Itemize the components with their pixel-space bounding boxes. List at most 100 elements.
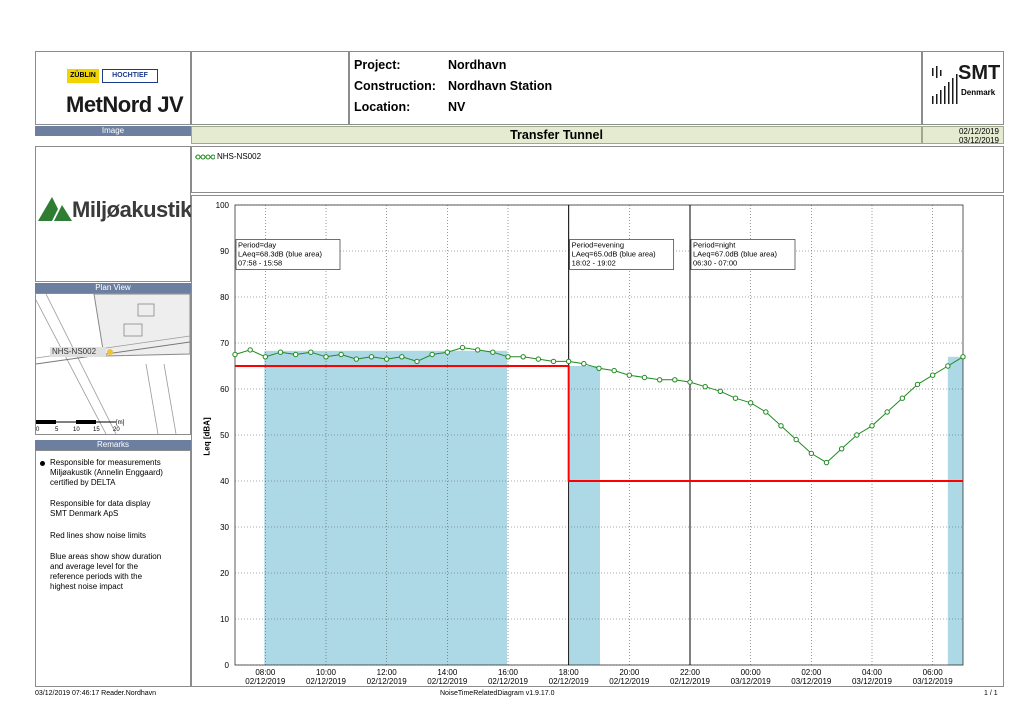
footer-right: 1 / 1 — [984, 690, 998, 697]
project-label: Project: — [354, 58, 401, 72]
plan-view-drawing — [36, 294, 190, 434]
data-point — [611, 367, 617, 374]
x-tick-date-8: 03/12/2019 — [731, 677, 772, 686]
period-box-0-line-2: 07:58 - 15:58 — [238, 259, 282, 268]
data-point — [854, 432, 860, 438]
data-point — [717, 388, 724, 395]
x-tick-time-1: 10:00 — [316, 668, 337, 677]
x-tick-time-11: 06:00 — [923, 668, 944, 677]
y-tick-70: 70 — [220, 339, 229, 348]
period-box-1-line-0: Period=evening — [572, 241, 624, 250]
date-to: 03/12/2019 — [958, 136, 999, 145]
image-band: Image — [35, 126, 191, 136]
data-point — [308, 349, 314, 355]
chart-svg: 010203040506070809010008:0002/12/201910:… — [216, 201, 966, 686]
x-tick-time-6: 20:00 — [619, 668, 640, 677]
legend-series-icon — [195, 154, 215, 160]
period-box-2-line-0: Period=night — [693, 241, 736, 250]
data-point — [884, 409, 890, 415]
x-tick-time-0: 08:00 — [255, 668, 276, 677]
data-point — [474, 347, 481, 353]
data-point — [520, 354, 526, 360]
y-tick-90: 90 — [220, 247, 229, 256]
location-label: Location: — [354, 100, 411, 114]
x-tick-time-2: 12:00 — [377, 668, 398, 677]
x-tick-date-1: 02/12/2019 — [306, 677, 347, 686]
x-tick-time-7: 22:00 — [680, 668, 701, 677]
data-point — [368, 354, 375, 360]
data-point — [323, 354, 329, 360]
footer-center: NoiseTimeRelatedDiagram v1.9.17.0 — [440, 690, 555, 697]
y-tick-20: 20 — [220, 569, 229, 578]
remark-line-7: Blue areas show show duration — [50, 552, 162, 561]
data-point — [292, 351, 299, 358]
legend-series-label: NHS-NS002 — [217, 152, 262, 161]
miljo-logo-text: Miljøakustik — [72, 197, 192, 222]
x-tick-time-9: 02:00 — [801, 668, 822, 677]
data-point — [444, 349, 451, 355]
smt-logo-sub: Denmark — [961, 88, 996, 97]
footer-left: 03/12/2019 07:46:17 Reader.Nordhavn — [35, 690, 157, 697]
x-tick-date-10: 03/12/2019 — [852, 677, 893, 686]
period-box-2-line-1: LAeq=67.0dB (blue area) — [693, 250, 778, 259]
chart-box: 0 10 20 30 40 50 60 70 80 90 100 08:00 02/12/2019 10:… — [191, 195, 1004, 687]
data-point — [838, 446, 845, 452]
data-point — [672, 377, 678, 383]
remarks-band: Remarks — [35, 440, 191, 450]
x-tick-date-2: 02/12/2019 — [367, 677, 408, 686]
data-point — [945, 363, 951, 369]
period-box-0-line-0: Period=day — [238, 241, 276, 250]
data-point — [338, 351, 344, 358]
plan-view-map: NHS-NS002 [m] 0 5 10 15 20 — [35, 293, 191, 435]
data-point — [626, 372, 633, 378]
y-axis-label: Leq [dBA] — [202, 417, 212, 456]
data-point — [808, 450, 815, 457]
y-tick-10: 10 — [220, 615, 229, 624]
data-point — [899, 395, 906, 401]
scale-unit: [m] — [116, 420, 125, 426]
period-box-0-line-1: LAeq=68.3dB (blue area) — [238, 250, 323, 259]
data-point — [778, 423, 784, 429]
remark-line-9: reference periods with the — [50, 572, 143, 581]
remark-line-1: Responsible for measurements — [50, 458, 161, 467]
scale-tick-0: 0 — [36, 427, 40, 433]
smt-logo-box: SMT Denmark — [922, 51, 1004, 125]
data-point — [747, 400, 754, 406]
data-point — [687, 379, 693, 385]
remark-line-10: highest noise impact — [50, 582, 123, 591]
x-tick-time-5: 18:00 — [559, 668, 580, 677]
period-box-1-line-2: 18:02 - 19:02 — [572, 259, 616, 268]
x-tick-date-4: 02/12/2019 — [488, 677, 529, 686]
data-point — [535, 356, 542, 362]
data-point — [399, 354, 405, 360]
data-point — [763, 409, 769, 415]
x-tick-time-4: 16:00 — [498, 668, 519, 677]
plan-view-band: Plan View — [35, 283, 191, 293]
miljo-logo-icon — [38, 197, 72, 221]
data-point — [505, 354, 511, 360]
project-value: Nordhavn — [448, 58, 507, 72]
header-spacer-box — [191, 51, 349, 125]
hochtief-logo: HOCHTIEF — [102, 69, 158, 83]
remark-line-6: Red lines show noise limits — [50, 531, 147, 540]
x-tick-date-6: 02/12/2019 — [609, 677, 650, 686]
data-point — [550, 358, 557, 365]
data-point — [414, 358, 420, 365]
y-tick-60: 60 — [220, 385, 229, 394]
construction-value: Nordhavn Station — [448, 79, 553, 93]
plan-marker-label: NHS-NS002 — [52, 347, 97, 356]
x-tick-time-10: 04:00 — [862, 668, 883, 677]
remark-line-4: Responsible for data display — [50, 499, 151, 508]
data-point — [277, 349, 284, 355]
scale-tick-5: 5 — [55, 427, 59, 433]
scale-tick-10: 10 — [73, 427, 80, 433]
period-box-1-line-1: LAeq=65.0dB (blue area) — [572, 250, 657, 259]
y-tick-100: 100 — [216, 201, 230, 210]
smt-bars-icon — [932, 66, 958, 104]
x-tick-date-0: 02/12/2019 — [245, 677, 286, 686]
y-tick-0: 0 — [225, 661, 230, 670]
x-tick-date-5: 02/12/2019 — [549, 677, 590, 686]
data-point — [262, 354, 269, 360]
data-point — [656, 377, 663, 383]
data-point — [869, 423, 875, 429]
